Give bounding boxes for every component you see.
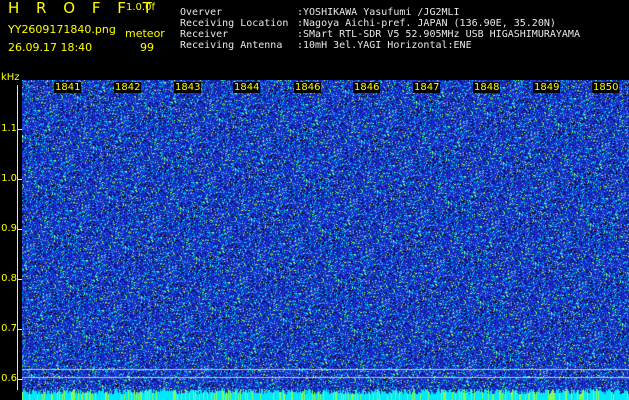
header-panel: H R O F F T 1.0.0f YY2609171840.png mete…: [0, 0, 629, 80]
x-label-minute: 1841: [54, 82, 82, 93]
count-label: 99: [140, 41, 154, 54]
x-label-minute: 1848: [473, 82, 501, 93]
filename-label: YY2609171840.png: [8, 23, 116, 36]
receiver-value: :SMart RTL-SDR V5 52.905MHz USB HIGASHIM…: [297, 29, 580, 40]
location-row: Receiving Location :Nagoya Aichi-pref. JA…: [180, 19, 556, 29]
y-axis-line: [17, 85, 18, 390]
x-label-minute: 1850: [592, 82, 620, 93]
antenna-key: Receiving Antenna: [180, 40, 283, 51]
observer-key: Overver: [180, 7, 223, 18]
location-value: :Nagoya Aichi-pref. JAPAN (136.90E, 35.2…: [297, 18, 556, 29]
mode-label: meteor: [125, 27, 165, 40]
x-label-minute: 1846: [353, 82, 381, 93]
y-label-1.1: 1.1: [1, 123, 17, 134]
receiver-key: Receiver: [180, 29, 229, 40]
antenna-value: :10mH 3el.YAGI Horizontal:ENE: [297, 40, 472, 51]
x-label-minute: 1847: [413, 82, 441, 93]
y-label-0.8: 0.8: [1, 273, 17, 284]
location-key: Receiving Location: [180, 18, 289, 29]
x-label-minute: 1844: [233, 82, 261, 93]
receiver-row: Receiver :SMart RTL-SDR V5 52.905MHz USB …: [180, 30, 580, 40]
axis-unit-label: kHz: [1, 72, 20, 83]
observer-value: :YOSHIKAWA Yasufumi /JG2MLI: [297, 7, 460, 18]
x-label-minute: 1849: [533, 82, 561, 93]
observer-row: Overver :YOSHIKAWA Yasufumi /JG2MLI: [180, 8, 460, 18]
y-label-0.9: 0.9: [1, 223, 17, 234]
y-label-0.6: 0.6: [1, 373, 17, 384]
timestamp-label: 26.09.17 18:40: [8, 41, 93, 54]
version-label: 1.0.0f: [126, 2, 155, 13]
antenna-row: Receiving Antenna :10mH 3el.YAGI Horizont…: [180, 41, 472, 51]
y-label-0.7: 0.7: [1, 323, 17, 334]
y-label-1.0: 1.0: [1, 173, 17, 184]
x-label-minute: 1843: [174, 82, 202, 93]
spectrogram-canvas: [22, 80, 629, 400]
x-label-minute: 1842: [114, 82, 142, 93]
x-label-minute: 1846: [294, 82, 322, 93]
